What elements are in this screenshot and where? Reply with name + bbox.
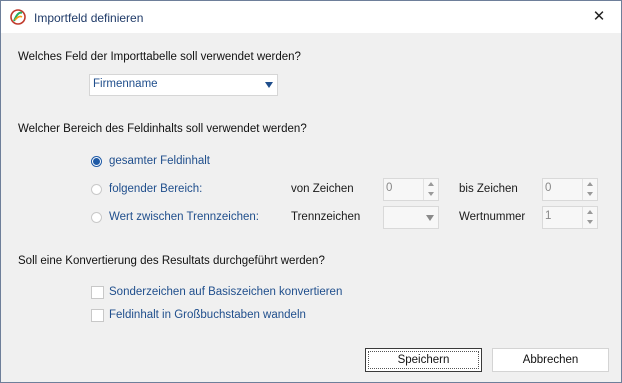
range-question: Welcher Bereich des Feldinhalts soll ver… [18,123,307,135]
radio-whole-content-label[interactable]: gesamter Feldinhalt [109,155,210,167]
spin-up-icon[interactable] [587,182,593,186]
from-char-spinner[interactable]: 0 [383,178,439,201]
dialog-window: Importfeld definieren ✕ Welches Feld der… [0,0,622,383]
import-field-dropdown[interactable]: Firmenname [89,74,278,96]
save-button[interactable]: Speichern [365,348,482,372]
cancel-button-label: Abbrechen [522,354,579,366]
save-button-label: Speichern [397,354,450,366]
field-question: Welches Feld der Importtabelle soll verw… [18,51,301,63]
radio-separator[interactable] [91,212,102,223]
radio-separator-label[interactable]: Wert zwischen Trennzeichen: [109,211,259,223]
import-field-value: Firmenname [93,78,158,90]
value-number-value: 1 [545,210,552,222]
conversion-question: Soll eine Konvertierung des Resultats du… [18,255,325,267]
cancel-button[interactable]: Abbrechen [492,348,609,372]
spin-up-icon[interactable] [587,210,593,214]
chevron-down-icon [426,215,434,221]
from-char-value: 0 [386,182,393,194]
chevron-down-icon [265,82,273,88]
close-icon[interactable]: ✕ [585,5,613,29]
checkbox-uppercase-label[interactable]: Feldinhalt in Großbuchstaben wandeln [109,309,306,321]
radio-range-label[interactable]: folgender Bereich: [109,183,202,195]
to-char-value: 0 [545,182,552,194]
spin-down-icon[interactable] [587,192,593,196]
window-title: Importfeld definieren [34,11,144,25]
app-logo-icon [10,9,26,25]
checkbox-special-chars-label[interactable]: Sonderzeichen auf Basiszeichen konvertie… [109,286,342,298]
to-char-spinner[interactable]: 0 [542,178,598,201]
checkbox-uppercase[interactable] [91,309,104,322]
spin-up-icon[interactable] [428,182,434,186]
checkbox-special-chars[interactable] [91,286,104,299]
radio-range[interactable] [91,184,102,195]
to-char-label: bis Zeichen [459,183,518,195]
separator-dropdown[interactable] [383,206,439,229]
value-number-label: Wertnummer [459,211,526,223]
spin-down-icon[interactable] [428,192,434,196]
spin-down-icon[interactable] [587,220,593,224]
separator-label: Trennzeichen [291,211,361,223]
title-bar: Importfeld definieren ✕ [1,1,621,33]
value-number-spinner[interactable]: 1 [542,206,598,229]
radio-whole-content[interactable] [91,156,102,167]
from-char-label: von Zeichen [291,183,354,195]
